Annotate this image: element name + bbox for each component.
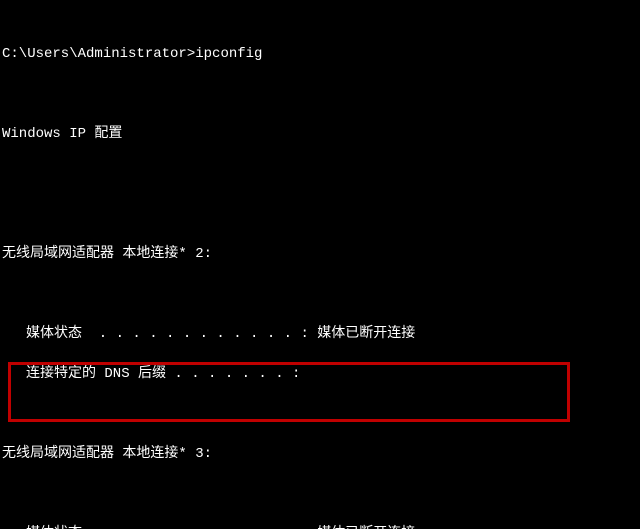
header-line: Windows IP 配置 xyxy=(2,124,638,144)
row-label: 媒体状态 xyxy=(26,324,82,344)
blank-line xyxy=(2,284,638,304)
row-label: 连接特定的 DNS 后缀 xyxy=(26,364,166,384)
output-row: 媒体状态 . . . . . . . . . . . . : 媒体已断开连接 xyxy=(2,524,638,529)
blank-line xyxy=(2,84,638,104)
terminal-output: C:\Users\Administrator>ipconfig Windows … xyxy=(0,0,640,529)
blank-line xyxy=(2,164,638,184)
row-value: 媒体已断开连接 xyxy=(317,524,415,529)
blank-line xyxy=(2,484,638,504)
blank-line xyxy=(2,404,638,424)
command-text: ipconfig xyxy=(195,46,262,62)
section-title: 无线局域网适配器 本地连接* 3: xyxy=(2,444,638,464)
blank-line xyxy=(2,204,638,224)
section-title: 无线局域网适配器 本地连接* 2: xyxy=(2,244,638,264)
row-value: 媒体已断开连接 xyxy=(317,324,415,344)
output-row: 连接特定的 DNS 后缀 . . . . . . . : xyxy=(2,364,638,384)
prompt-line: C:\Users\Administrator>ipconfig xyxy=(2,44,638,64)
row-label: 媒体状态 xyxy=(26,524,82,529)
output-row: 媒体状态 . . . . . . . . . . . . : 媒体已断开连接 xyxy=(2,324,638,344)
prompt-path: C:\Users\Administrator> xyxy=(2,46,195,62)
